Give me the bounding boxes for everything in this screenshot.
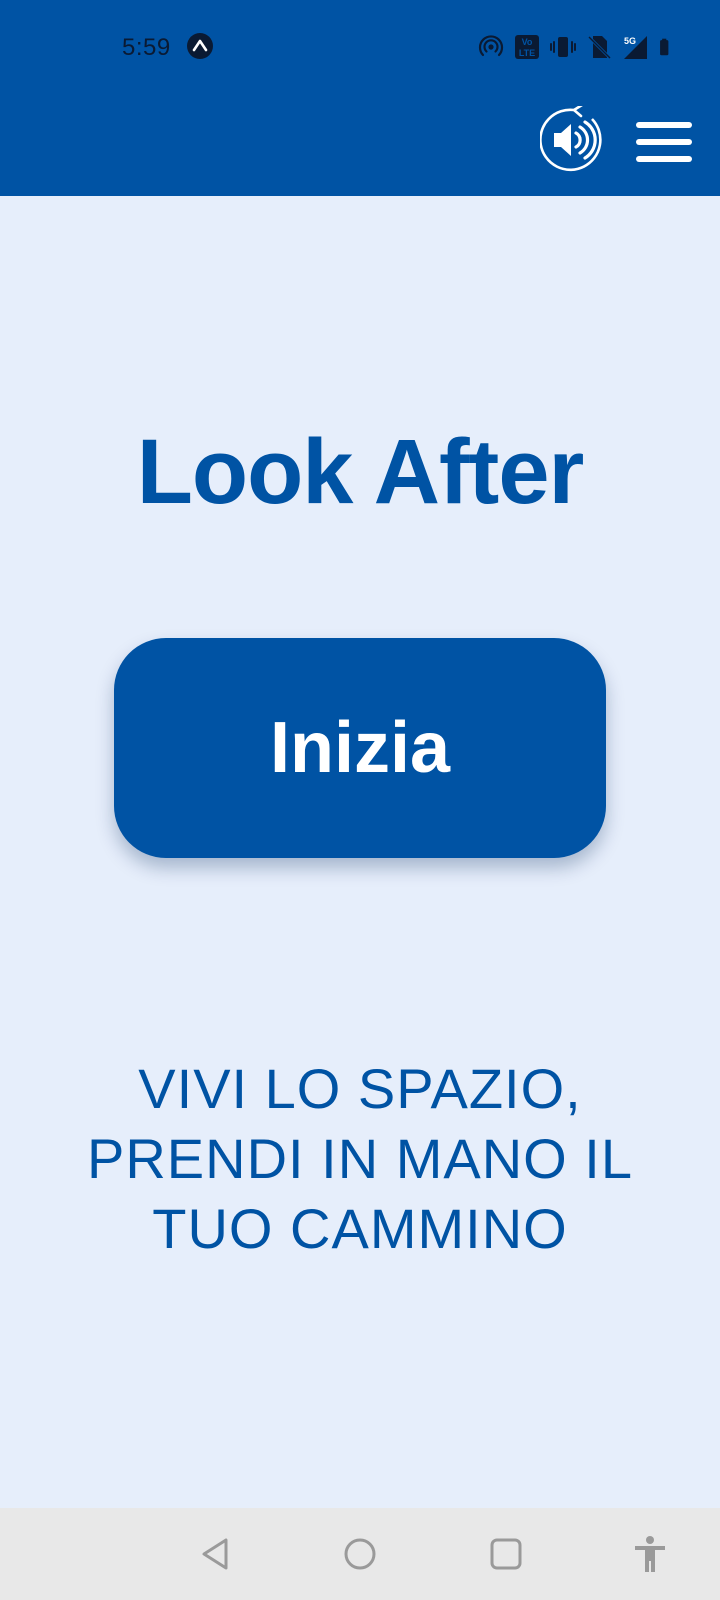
tagline-line: VIVI LO SPAZIO, [138,1057,582,1120]
back-icon [202,1538,228,1570]
start-button[interactable]: Inizia [114,638,606,858]
svg-text:Vo: Vo [522,37,533,47]
accessibility-icon [635,1536,665,1572]
status-time: 5:59 [122,34,171,61]
accessibility-button[interactable] [628,1532,672,1576]
tagline: VIVI LO SPAZIO, PRENDI IN MANO IL TUO CA… [40,1054,680,1264]
hamburger-menu-icon [636,122,692,162]
recents-button[interactable] [484,1532,528,1576]
volte-icon: Vo LTE [515,35,539,59]
svg-text:5G: 5G [624,36,636,46]
speaker-replay-button[interactable] [540,106,608,174]
svg-text:LTE: LTE [519,48,535,58]
status-bar: 5:59 Vo LTE 5G [0,22,720,74]
speaker-replay-icon [540,106,602,172]
status-icons: Vo LTE 5G [478,32,676,62]
start-button-label: Inizia [269,708,451,788]
home-icon [344,1538,376,1570]
hotspot-icon [478,35,504,57]
battery-icon [660,38,669,56]
app-notification-icon [187,33,213,59]
app-title: Look After [136,421,585,523]
back-button[interactable] [194,1532,238,1576]
menu-button[interactable] [634,120,694,164]
5g-signal-icon: 5G [624,36,647,59]
system-nav-bar [0,1508,720,1600]
vibrate-icon [550,37,576,57]
recents-icon [490,1538,522,1570]
tagline-line: TUO CAMMINO [152,1197,568,1260]
tagline-line: PRENDI IN MANO IL [87,1127,633,1190]
app-screen: 5:59 Vo LTE 5G Look After Inizia VIVI LO… [0,0,720,1600]
home-button[interactable] [338,1532,382,1576]
app-header: 5:59 Vo LTE 5G [0,0,720,196]
no-sim-icon [587,35,612,60]
